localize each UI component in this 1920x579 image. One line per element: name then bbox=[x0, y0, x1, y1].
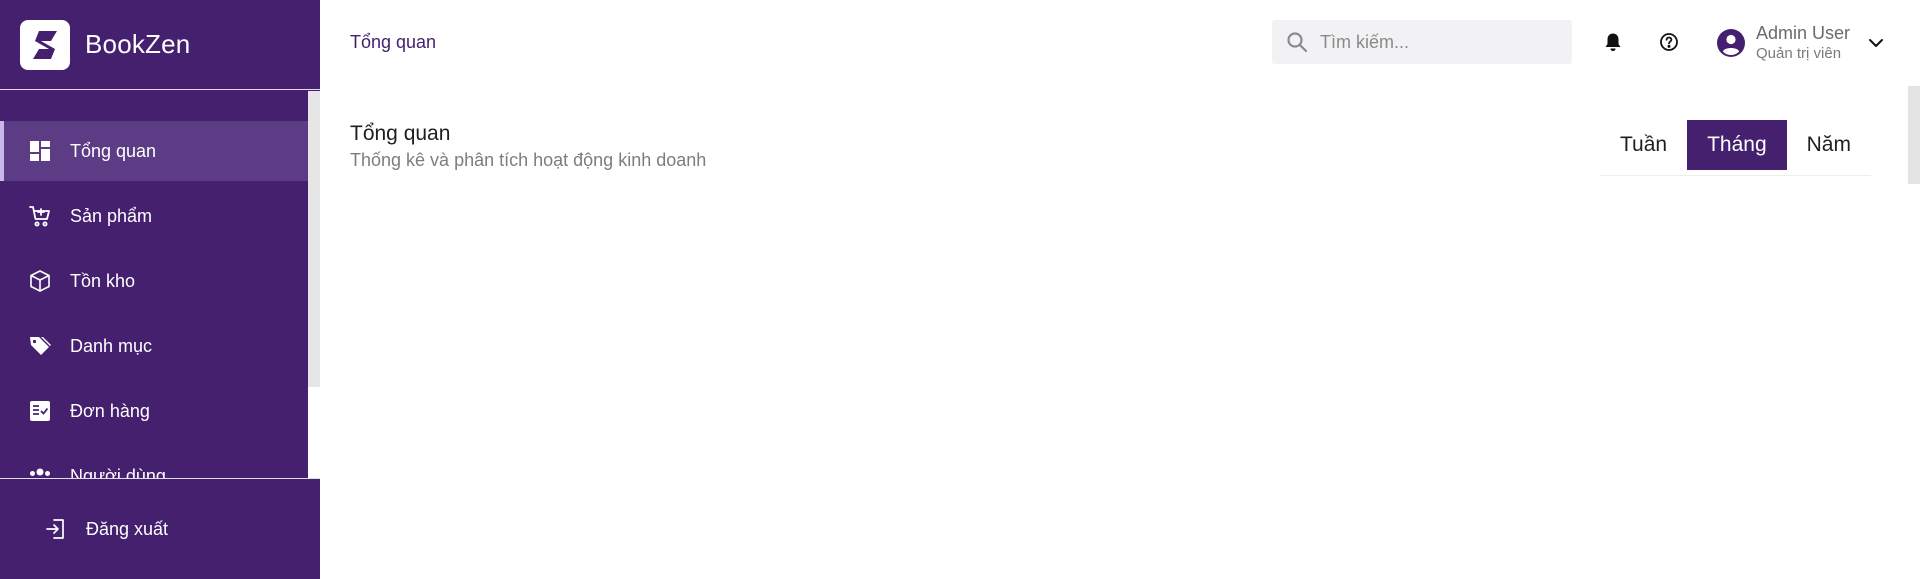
sidebar-scrollbar[interactable] bbox=[308, 91, 320, 387]
sidebar-item-users[interactable]: Người dùng bbox=[0, 446, 308, 478]
sidebar-item-label: Tổng quan bbox=[70, 140, 157, 161]
avatar bbox=[1716, 28, 1746, 58]
tag-icon bbox=[28, 334, 52, 358]
sidebar-item-products[interactable]: Sản phẩm bbox=[0, 186, 308, 246]
sidebar-item-overview[interactable]: Tổng quan bbox=[0, 121, 308, 181]
logout-icon bbox=[44, 517, 68, 541]
user-menu[interactable]: Admin User Quản trị viên bbox=[1716, 20, 1888, 66]
user-name: Admin User bbox=[1756, 23, 1851, 43]
brand[interactable]: BookZen bbox=[0, 0, 320, 90]
help-icon[interactable] bbox=[1657, 30, 1681, 54]
sidebar-item-label: Danh mục bbox=[70, 335, 153, 356]
user-role: Quản trị viên bbox=[1756, 45, 1842, 62]
period-switch: Tuần Tháng Năm bbox=[1600, 120, 1871, 176]
sidebar-nav: Tổng quan Sản phẩm Tồn kho Danh mục Đơn … bbox=[0, 91, 320, 478]
bell-icon[interactable] bbox=[1601, 30, 1625, 54]
sidebar: BookZen Tổng quan Sản phẩm Tồn kho Danh … bbox=[0, 0, 320, 579]
search-box[interactable] bbox=[1272, 20, 1572, 64]
bookzen-logo-icon bbox=[20, 19, 70, 70]
box-icon bbox=[28, 269, 52, 293]
main-scrollbar[interactable] bbox=[1908, 86, 1920, 579]
sidebar-item-label: Tồn kho bbox=[70, 270, 136, 291]
users-icon bbox=[28, 464, 52, 478]
sidebar-nav-list: Tổng quan Sản phẩm Tồn kho Danh mục Đơn … bbox=[0, 91, 308, 478]
period-month-button[interactable]: Tháng bbox=[1687, 120, 1787, 170]
sidebar-item-label: Người dùng bbox=[70, 465, 166, 479]
logout-label: Đăng xuất bbox=[86, 518, 169, 539]
logout-button[interactable]: Đăng xuất bbox=[0, 478, 320, 579]
chevron-down-icon[interactable] bbox=[1868, 33, 1888, 53]
search-icon bbox=[1286, 31, 1308, 53]
cart-icon bbox=[28, 204, 52, 228]
main-scrollbar-thumb[interactable] bbox=[1908, 86, 1920, 184]
page-subtitle: Thống kê và phân tích hoạt động kinh doa… bbox=[350, 150, 707, 170]
page-title: Tổng quan bbox=[350, 122, 451, 145]
period-year-button[interactable]: Năm bbox=[1786, 120, 1871, 170]
sidebar-item-label: Đơn hàng bbox=[70, 400, 150, 421]
dashboard-icon bbox=[28, 139, 52, 163]
sidebar-item-label: Sản phẩm bbox=[70, 205, 153, 226]
top-header: Tổng quan A bbox=[320, 0, 1920, 86]
user-info: Admin User Quản trị viên bbox=[1756, 22, 1850, 64]
sidebar-item-orders[interactable]: Đơn hàng bbox=[0, 381, 308, 441]
brand-name: BookZen bbox=[85, 29, 191, 59]
period-week-button[interactable]: Tuần bbox=[1600, 120, 1688, 170]
sidebar-item-inventory[interactable]: Tồn kho bbox=[0, 251, 308, 311]
search-input[interactable] bbox=[1320, 31, 1550, 53]
checklist-icon bbox=[28, 399, 52, 423]
sidebar-item-categories[interactable]: Danh mục bbox=[0, 316, 308, 376]
breadcrumb[interactable]: Tổng quan bbox=[350, 32, 436, 53]
